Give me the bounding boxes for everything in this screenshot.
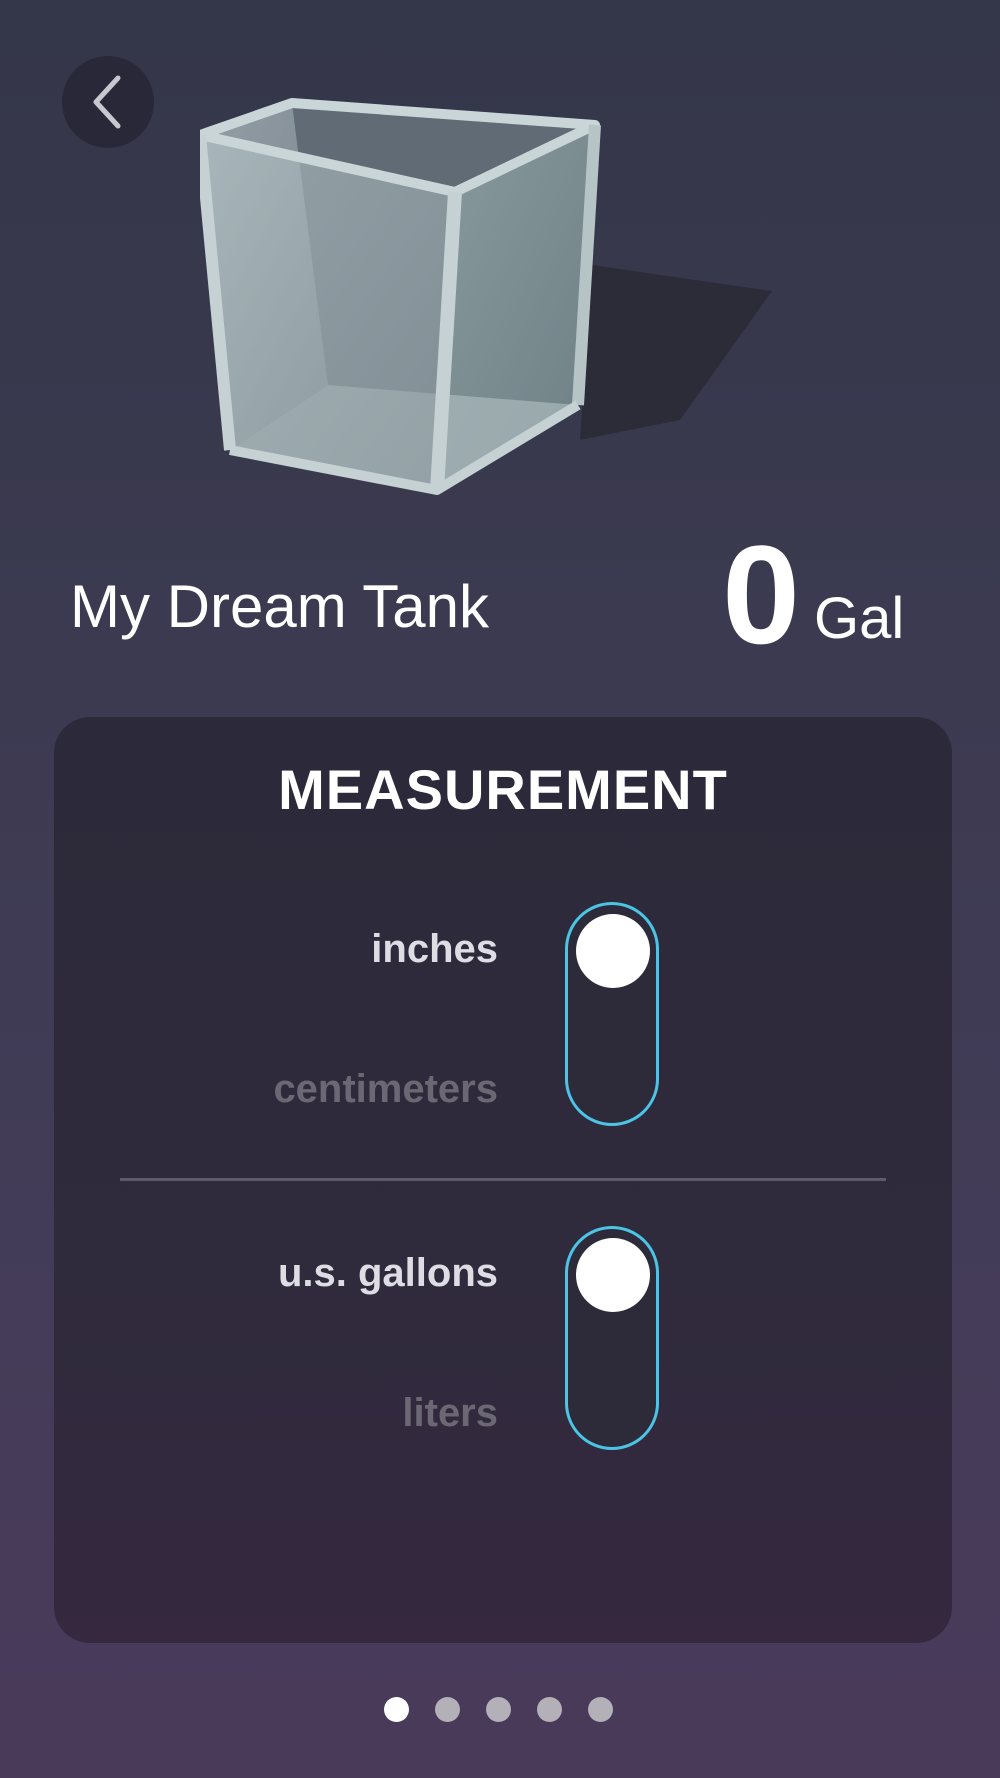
option-inches[interactable]: inches	[371, 927, 498, 972]
toggle-knob	[576, 1238, 650, 1312]
option-us-gallons[interactable]: u.s. gallons	[278, 1251, 498, 1296]
page-dot-4[interactable]	[537, 1697, 562, 1722]
page-dot-5[interactable]	[588, 1697, 613, 1722]
divider	[120, 1178, 886, 1181]
measurement-card: MEASUREMENT inches centimeters u.s. gall…	[54, 717, 952, 1643]
page-dot-2[interactable]	[435, 1697, 460, 1722]
volume-unit-toggle[interactable]	[565, 1226, 659, 1450]
option-centimeters[interactable]: centimeters	[273, 1067, 498, 1112]
page-dot-3[interactable]	[486, 1697, 511, 1722]
length-unit-toggle[interactable]	[565, 902, 659, 1126]
chevron-left-icon	[93, 75, 121, 129]
toggle-knob	[576, 914, 650, 988]
tank-volume-value: 0	[722, 516, 800, 673]
tank-volume-unit: Gal	[814, 586, 905, 651]
tank-illustration	[200, 98, 772, 495]
option-liters[interactable]: liters	[402, 1391, 498, 1436]
page-indicator	[384, 1697, 613, 1722]
back-button[interactable]	[62, 56, 154, 148]
page-dot-1[interactable]	[384, 1697, 409, 1722]
tank-name: My Dream Tank	[70, 573, 490, 640]
measurement-title: MEASUREMENT	[278, 758, 728, 821]
